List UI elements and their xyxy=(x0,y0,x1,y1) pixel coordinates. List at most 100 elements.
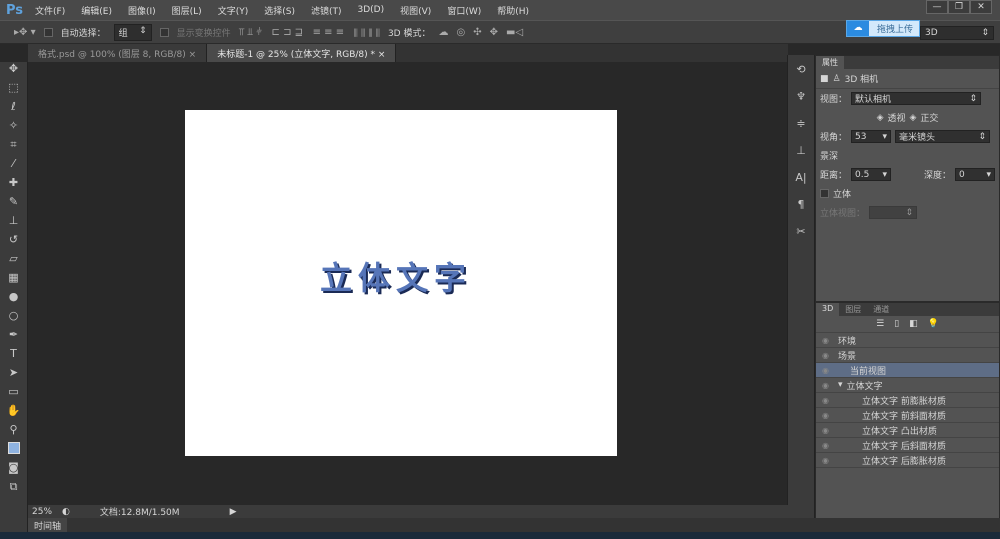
ortho-option[interactable]: 正交 xyxy=(920,111,938,124)
ortho-icon[interactable]: ◈ xyxy=(910,113,917,123)
upload-widget[interactable]: ☁ 拖拽上传 xyxy=(846,20,920,37)
brush-tool-icon[interactable]: ✎ xyxy=(0,195,27,214)
magic-wand-icon[interactable]: ✧ xyxy=(0,119,27,138)
eye-icon[interactable]: ◉ xyxy=(822,426,834,435)
list-item-material[interactable]: ◉ 立体文字 前膨胀材质 xyxy=(816,393,999,408)
stereo-checkbox[interactable] xyxy=(820,189,829,198)
workspace-dropdown[interactable]: 3D ⇕ xyxy=(920,26,994,40)
eye-icon[interactable]: ◉ xyxy=(822,396,834,405)
distance-input[interactable]: 0.5 ▾ xyxy=(851,168,892,181)
marquee-tool-icon[interactable]: ⬚ xyxy=(0,81,27,100)
move-tool-icon[interactable]: ▸✥ ▾ xyxy=(14,27,36,38)
menu-type[interactable]: 文字(Y) xyxy=(218,4,249,17)
eye-icon[interactable]: ◉ xyxy=(822,456,834,465)
tab-layers[interactable]: 图层 xyxy=(839,303,867,316)
list-item-scene[interactable]: ◉ 场景 xyxy=(816,348,999,363)
stamp-tool-icon[interactable]: ⊥ xyxy=(0,214,27,233)
close-button[interactable]: ✕ xyxy=(970,0,992,14)
list-item-material[interactable]: ◉ 立体文字 后斜面材质 xyxy=(816,438,999,453)
brush-presets-icon[interactable]: ♆ xyxy=(788,90,814,109)
show-transform-checkbox[interactable] xyxy=(159,27,169,37)
type-tool-icon[interactable]: T xyxy=(0,347,27,366)
dodge-icon[interactable]: ○ xyxy=(0,309,27,328)
menu-image[interactable]: 图像(I) xyxy=(128,4,156,17)
tab-untitled-1[interactable]: 未标题-1 @ 25% (立体文字, RGB/8) * × xyxy=(207,44,397,62)
list-item-material[interactable]: ◉ 立体文字 凸出材质 xyxy=(816,423,999,438)
eye-icon[interactable]: ◉ xyxy=(822,336,834,345)
list-item-mesh[interactable]: ◉ ▾ 立体文字 xyxy=(816,378,999,393)
minimize-button[interactable]: — xyxy=(926,0,948,14)
perspective-option[interactable]: 透视 xyxy=(887,111,905,124)
history-brush-icon[interactable]: ↺ xyxy=(0,233,27,252)
menu-file[interactable]: 文件(F) xyxy=(35,4,65,17)
quick-mask-icon[interactable]: ◙ xyxy=(0,461,27,480)
screen-mode-icon[interactable]: ⧉ xyxy=(0,480,27,499)
path-select-icon[interactable]: ➤ xyxy=(0,366,27,385)
3d-text-layer[interactable]: 立体文字 xyxy=(320,253,472,299)
menu-view[interactable]: 视图(V) xyxy=(400,4,431,17)
zoom-level[interactable]: 25% xyxy=(32,507,52,517)
material-filter-icon[interactable]: ◧ xyxy=(909,319,918,329)
menu-edit[interactable]: 编辑(E) xyxy=(81,4,112,17)
list-item-material[interactable]: ◉ 立体文字 前斜面材质 xyxy=(816,408,999,423)
list-item-environment[interactable]: ◉ 环境 xyxy=(816,333,999,348)
character-icon[interactable]: A| xyxy=(788,171,814,190)
3d-slide-icon[interactable]: ✥ xyxy=(490,27,498,38)
3d-rotate-icon[interactable]: ☁ xyxy=(438,27,448,38)
mesh-filter-icon[interactable]: ▯ xyxy=(894,319,899,329)
paragraph-icon[interactable]: ¶ xyxy=(788,198,814,217)
close-tab-icon[interactable]: × xyxy=(189,50,197,60)
tab-format-psd[interactable]: 格式.psd @ 100% (图层 8, RGB/8) × xyxy=(28,44,208,62)
menu-3d[interactable]: 3D(D) xyxy=(358,5,385,15)
view-dropdown[interactable]: 默认相机 ⇕ xyxy=(851,92,982,105)
pen-tool-icon[interactable]: ✒ xyxy=(0,328,27,347)
eye-icon[interactable]: ◉ xyxy=(822,366,834,375)
clone-source-icon[interactable]: ⊥ xyxy=(788,144,814,163)
tab-channels[interactable]: 通道 xyxy=(867,303,895,316)
status-menu-arrow-icon[interactable]: ▶ xyxy=(230,507,237,517)
close-tab-icon[interactable]: × xyxy=(378,50,386,60)
eye-icon[interactable]: ◉ xyxy=(822,381,834,390)
hand-tool-icon[interactable]: ✋ xyxy=(0,404,27,423)
tool-presets-icon[interactable]: ✂ xyxy=(788,225,814,244)
stereo-view-dropdown[interactable]: ⇕ xyxy=(869,206,918,219)
3d-roll-icon[interactable]: ◎ xyxy=(456,27,465,38)
restore-button[interactable]: ❐ xyxy=(948,0,970,14)
healing-brush-icon[interactable]: ✚ xyxy=(0,176,27,195)
zoom-tool-icon[interactable]: ⚲ xyxy=(0,423,27,442)
eye-icon[interactable]: ◉ xyxy=(822,411,834,420)
eraser-icon[interactable]: ▱ xyxy=(0,252,27,271)
menu-select[interactable]: 选择(S) xyxy=(264,4,295,17)
depth-input[interactable]: 0 ▾ xyxy=(955,168,995,181)
perspective-icon[interactable]: ◈ xyxy=(877,113,884,123)
history-icon[interactable]: ⟲ xyxy=(788,63,814,82)
eyedropper-icon[interactable]: ⁄ xyxy=(0,157,27,176)
3d-drag-icon[interactable]: ✣ xyxy=(473,27,481,38)
tab-3d[interactable]: 3D xyxy=(816,303,840,316)
auto-select-dropdown[interactable]: 组 ⇕ xyxy=(113,23,152,41)
shape-tool-icon[interactable]: ▭ xyxy=(0,385,27,404)
lens-dropdown[interactable]: 毫米镜头 ⇕ xyxy=(895,130,991,143)
eye-icon[interactable]: ◉ xyxy=(822,351,834,360)
menu-filter[interactable]: 滤镜(T) xyxy=(311,4,342,17)
crop-tool-icon[interactable]: ⌗ xyxy=(0,138,27,157)
fov-input[interactable]: 53 ▾ xyxy=(851,130,892,143)
expand-icon[interactable]: ▾ xyxy=(838,380,843,390)
scene-filter-icon[interactable]: ☰ xyxy=(876,319,884,329)
adjustments-icon[interactable]: ≑ xyxy=(788,117,814,136)
3d-camera-icon[interactable]: ▬◁ xyxy=(506,27,523,38)
list-item-current-view[interactable]: ◉ 当前视图 xyxy=(816,363,999,378)
blur-icon[interactable]: ● xyxy=(0,290,27,309)
menu-help[interactable]: 帮助(H) xyxy=(497,4,529,17)
status-info-icon[interactable]: ◐ xyxy=(62,507,70,517)
eye-icon[interactable]: ◉ xyxy=(822,441,834,450)
timeline-tab[interactable]: 时间轴 xyxy=(28,518,68,533)
tab-properties[interactable]: 属性 xyxy=(816,56,844,69)
auto-select-checkbox[interactable] xyxy=(43,27,53,37)
align-icons[interactable]: ⫪ ⫫ ⫩ ⊏ ⊐ ⊒ ≡ ≡ ≡ ⫴ ⫴ ⫴ ⫴ xyxy=(239,27,380,38)
lasso-tool-icon[interactable]: ℓ xyxy=(0,100,27,119)
light-filter-icon[interactable]: 💡 xyxy=(928,319,939,329)
gradient-icon[interactable]: ▦ xyxy=(0,271,27,290)
menu-window[interactable]: 窗口(W) xyxy=(447,4,481,17)
menu-layer[interactable]: 图层(L) xyxy=(172,4,202,17)
